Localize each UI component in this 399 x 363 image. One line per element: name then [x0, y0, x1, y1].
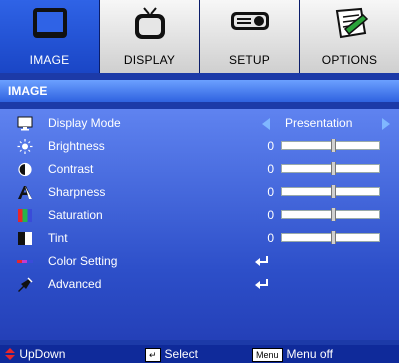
advanced-icon	[18, 277, 33, 292]
sharpness-slider[interactable]	[281, 185, 380, 198]
section-title: IMAGE	[0, 80, 399, 102]
tab-setup[interactable]: SETUP	[200, 0, 300, 73]
display-mode-value: Presentation	[285, 116, 353, 130]
slider-knob[interactable]	[330, 231, 336, 244]
menu-item-label: Sharpness	[48, 185, 106, 199]
select-label: Select	[164, 347, 198, 361]
brightness-slider[interactable]	[281, 139, 380, 152]
contrast-icon	[18, 162, 32, 177]
menu-item-brightness[interactable]: Brightness 0	[0, 135, 399, 158]
tab-label: SETUP	[228, 53, 270, 67]
slider-value: 0	[267, 162, 274, 176]
projector-icon	[230, 12, 269, 30]
arrow-right-icon[interactable]	[382, 118, 390, 130]
menu-item-label: Tint	[48, 231, 68, 245]
slider-value: 0	[267, 139, 274, 153]
menu-item-label: Saturation	[48, 208, 103, 222]
tab-image[interactable]: IMAGE	[0, 0, 100, 73]
enter-key-icon: ↵	[145, 347, 161, 362]
tint-icon	[18, 232, 32, 245]
tab-label: IMAGE	[29, 53, 70, 67]
color-setting-icon	[17, 260, 33, 263]
select-hint: ↵ Select	[145, 347, 198, 362]
menu-off-label: Menu off	[286, 347, 333, 361]
menu-item-label: Display Mode	[48, 116, 121, 130]
slider-knob[interactable]	[330, 162, 336, 175]
enter-icon[interactable]	[254, 255, 270, 267]
menu-item-tint[interactable]: Tint 0	[0, 227, 399, 250]
tab-bar: IMAGE DISPLAY SETUP OPTIONS	[0, 0, 399, 73]
tab-display[interactable]: DISPLAY	[100, 0, 200, 73]
menu-item-label: Contrast	[48, 162, 94, 176]
updown-label: UpDown	[19, 347, 66, 361]
menu-item-label: Brightness	[48, 139, 105, 153]
enter-icon[interactable]	[254, 278, 270, 290]
menu-item-label: Advanced	[48, 277, 102, 291]
slider-knob[interactable]	[330, 185, 336, 198]
updown-icon	[5, 348, 15, 360]
saturation-icon	[18, 209, 32, 222]
menu-item-sharpness[interactable]: Sharpness 0	[0, 181, 399, 204]
slider-value: 0	[267, 208, 274, 222]
menu-item-label: Color Setting	[48, 254, 118, 268]
menu-item-advanced[interactable]: Advanced	[0, 273, 399, 296]
monitor-icon	[32, 8, 67, 38]
menu-key: Menu	[252, 347, 283, 362]
footer-hints: UpDown ↵ Select Menu Menu off	[0, 345, 399, 363]
tint-slider[interactable]	[281, 231, 380, 244]
slider-value: 0	[267, 231, 274, 245]
sharpness-icon	[18, 186, 32, 199]
menu-list: Display Mode Presentation Brightness 0 C…	[0, 109, 399, 340]
tab-options[interactable]: OPTIONS	[300, 0, 399, 73]
tv-icon	[134, 7, 165, 39]
osd-menu: IMAGE DISPLAY SETUP OPTIONS IMAGE Displa…	[0, 0, 399, 363]
slider-knob[interactable]	[330, 139, 336, 152]
tab-label: OPTIONS	[321, 53, 378, 67]
menu-item-display-mode[interactable]: Display Mode Presentation	[0, 112, 399, 135]
slider-value: 0	[267, 185, 274, 199]
updown-hint: UpDown	[4, 347, 65, 361]
menu-hint: Menu Menu off	[252, 347, 333, 362]
saturation-slider[interactable]	[281, 208, 380, 221]
menu-item-color-setting[interactable]: Color Setting	[0, 250, 399, 273]
menu-item-contrast[interactable]: Contrast 0	[0, 158, 399, 181]
tab-label: DISPLAY	[123, 53, 176, 67]
options-icon	[335, 7, 368, 39]
sun-icon	[17, 139, 33, 154]
monitor-small-icon	[17, 116, 33, 131]
menu-item-saturation[interactable]: Saturation 0	[0, 204, 399, 227]
contrast-slider[interactable]	[281, 162, 380, 175]
slider-knob[interactable]	[330, 208, 336, 221]
arrow-left-icon[interactable]	[262, 118, 270, 130]
